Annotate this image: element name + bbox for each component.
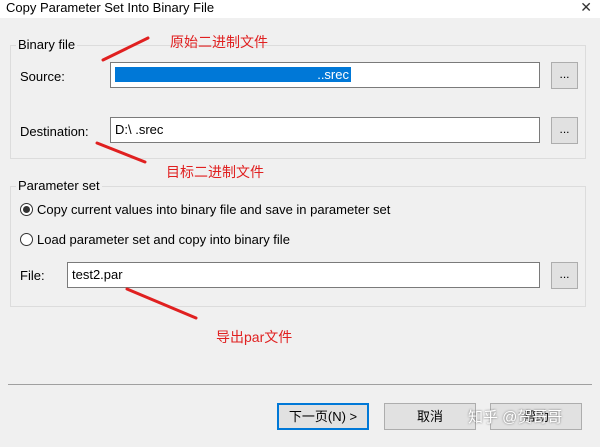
- parameter-set-legend: Parameter set: [16, 178, 102, 193]
- source-annotation: 原始二进制文件: [170, 34, 268, 50]
- footer-separator: [8, 384, 592, 385]
- destination-browse-button[interactable]: ...: [551, 117, 578, 144]
- destination-input[interactable]: D:\ .srec: [110, 117, 540, 143]
- load-parameter-label[interactable]: Load parameter set and copy into binary …: [37, 232, 290, 247]
- cancel-button[interactable]: 取消: [384, 403, 476, 430]
- destination-annotation: 目标二进制文件: [166, 164, 264, 180]
- title-bar: Copy Parameter Set Into Binary File ✕: [0, 0, 600, 18]
- file-input[interactable]: test2.par: [67, 262, 540, 288]
- load-parameter-radio[interactable]: [20, 233, 33, 246]
- close-icon[interactable]: ✕: [580, 0, 592, 16]
- source-browse-button[interactable]: ...: [551, 62, 578, 89]
- file-label: File:: [20, 268, 45, 283]
- copy-values-label[interactable]: Copy current values into binary file and…: [37, 202, 390, 217]
- source-input[interactable]: ..srec: [110, 62, 540, 88]
- export-annotation: 导出par文件: [216, 329, 293, 345]
- destination-label: Destination:: [20, 124, 89, 139]
- next-button[interactable]: 下一页(N) >: [277, 403, 369, 430]
- binary-file-legend: Binary file: [16, 37, 78, 52]
- source-value: ..srec: [115, 67, 351, 82]
- watermark: 知乎 @贺哥哥: [468, 409, 563, 426]
- destination-value: D:\ .srec: [115, 122, 164, 137]
- file-value: test2.par: [72, 267, 123, 282]
- source-label: Source:: [20, 69, 65, 84]
- window-title: Copy Parameter Set Into Binary File: [6, 0, 215, 15]
- copy-values-radio[interactable]: [20, 203, 33, 216]
- file-browse-button[interactable]: ...: [551, 262, 578, 289]
